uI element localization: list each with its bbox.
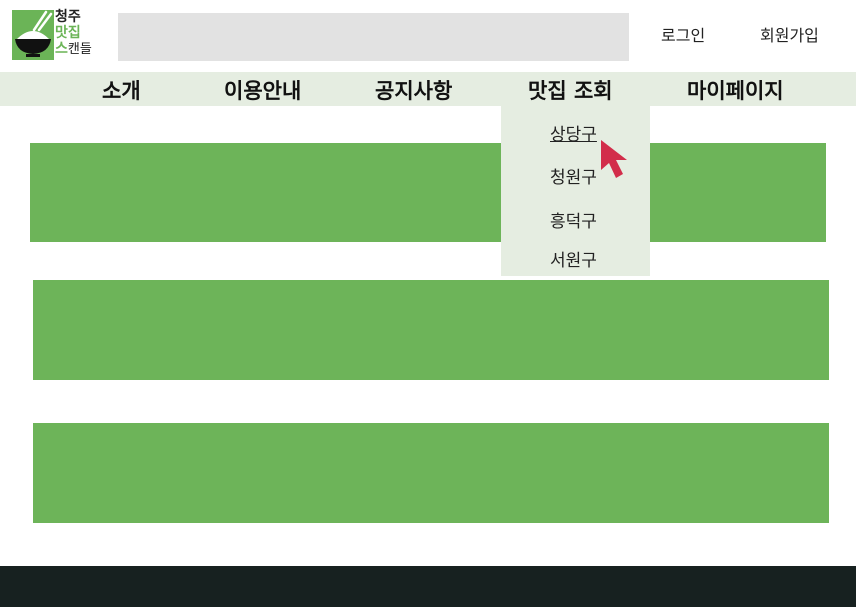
logo-line-3-rest: 캔들 bbox=[67, 42, 92, 57]
district-dropdown-menu: 상당구 청원구 흥덕구 서원구 bbox=[501, 106, 650, 276]
page: 청주 맛집 스캔들 로그인 회원가입 소개 이용안내 공지사항 맛집 조회 마이… bbox=[0, 0, 856, 607]
rice-bowl-chopsticks-icon bbox=[12, 10, 54, 60]
dropdown-item-heungdeok[interactable]: 흥덕구 bbox=[550, 207, 597, 232]
main-nav: 소개 이용안내 공지사항 맛집 조회 마이페이지 bbox=[0, 72, 856, 106]
content-banner-3[interactable] bbox=[33, 423, 829, 523]
logo-text: 청주 맛집 스캔들 bbox=[55, 9, 92, 58]
footer bbox=[0, 566, 856, 607]
dropdown-item-sangdang[interactable]: 상당구 bbox=[550, 120, 597, 145]
logo-line-3-accent: 스 bbox=[55, 41, 68, 57]
site-logo[interactable]: 청주 맛집 스캔들 bbox=[12, 9, 98, 60]
nav-item-guide[interactable]: 이용안내 bbox=[224, 75, 301, 105]
content-banner-1[interactable] bbox=[30, 143, 826, 242]
mouse-pointer-icon bbox=[601, 140, 627, 178]
nav-item-restaurant-search[interactable]: 맛집 조회 bbox=[528, 75, 613, 105]
nav-item-notice[interactable]: 공지사항 bbox=[375, 75, 452, 105]
logo-line-1: 청주 bbox=[55, 9, 81, 25]
nav-item-about[interactable]: 소개 bbox=[102, 75, 141, 105]
dropdown-item-cheongwon[interactable]: 청원구 bbox=[550, 163, 597, 188]
search-input[interactable] bbox=[118, 13, 629, 61]
content-banner-2[interactable] bbox=[33, 280, 829, 380]
login-link[interactable]: 로그인 bbox=[661, 22, 705, 46]
dropdown-item-seowon[interactable]: 서원구 bbox=[550, 246, 597, 271]
logo-line-2: 맛집 bbox=[55, 25, 81, 41]
nav-item-mypage[interactable]: 마이페이지 bbox=[687, 75, 784, 105]
signup-link[interactable]: 회원가입 bbox=[760, 22, 819, 46]
